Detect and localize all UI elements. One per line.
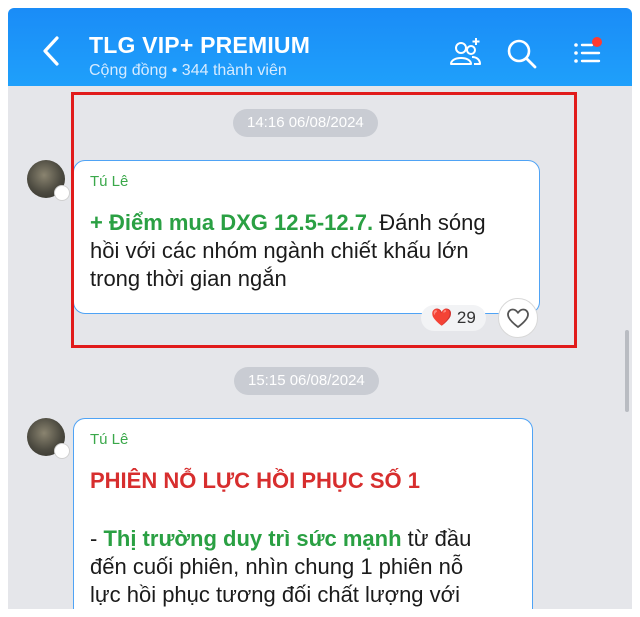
reaction-count: 29 xyxy=(456,308,476,327)
session-heading: PHIÊN NỖ LỰC HỒI PHỤC SỐ 1 xyxy=(90,468,420,493)
member-count: 344 thành viên xyxy=(181,62,287,79)
market-strength-text: Thị trường duy trì sức mạnh xyxy=(103,526,402,551)
message-line1-rest: Đánh sóng xyxy=(373,210,486,235)
reaction-count-badge[interactable]: ❤️ 29 xyxy=(421,305,486,331)
group-subtitle: Cộng đồng • 344 thành viên xyxy=(89,62,287,80)
scrollbar[interactable] xyxy=(625,330,629,412)
notification-dot xyxy=(592,37,602,47)
message-line2: đến cuối phiên, nhìn chung 1 phiên nỗ xyxy=(90,554,464,579)
search-icon[interactable] xyxy=(504,36,538,70)
avatar[interactable] xyxy=(27,418,70,459)
subtitle-separator: • xyxy=(167,62,182,79)
message-bubble[interactable]: Tú Lê PHIÊN NỖ LỰC HỒI PHỤC SỐ 1 - Thị t… xyxy=(73,418,533,609)
chat-header: TLG VIP+ PREMIUM Cộng đồng • 344 thành v… xyxy=(8,8,632,86)
timestamp-pill: 14:16 06/08/2024 xyxy=(233,109,378,137)
menu-list-icon[interactable] xyxy=(570,36,604,70)
message-text: - Thị trường duy trì sức mạnh từ đầu đến… xyxy=(90,525,520,609)
key-icon xyxy=(54,185,70,201)
add-member-icon[interactable] xyxy=(448,36,482,70)
sender-name: Tú Lê xyxy=(90,173,129,190)
buy-point-text: + Điểm mua DXG 12.5-12.7. xyxy=(90,210,374,235)
message-line3: lực hồi phục tương đối chất lượng với xyxy=(90,582,460,607)
message-line3: trong thời gian ngắn xyxy=(90,266,287,291)
back-icon[interactable] xyxy=(38,34,64,68)
avatar[interactable] xyxy=(27,160,70,201)
timestamp-pill: 15:15 06/08/2024 xyxy=(234,367,379,395)
key-icon xyxy=(54,443,70,459)
community-label: Cộng đồng xyxy=(89,62,168,79)
heart-reaction-icon: ❤️ xyxy=(431,308,453,327)
group-title[interactable]: TLG VIP+ PREMIUM xyxy=(89,32,310,59)
chat-area[interactable]: 14:16 06/08/2024 Tú Lê + Điểm mua DXG 12… xyxy=(8,86,632,609)
react-button[interactable] xyxy=(498,298,538,338)
message-bubble[interactable]: Tú Lê + Điểm mua DXG 12.5-12.7. Đánh són… xyxy=(73,160,540,314)
heart-outline-icon xyxy=(507,308,529,328)
message-text: + Điểm mua DXG 12.5-12.7. Đánh sóng hồi … xyxy=(90,209,530,293)
message-line2: hồi với các nhóm ngành chiết khấu lớn xyxy=(90,238,469,263)
bullet-prefix: - xyxy=(90,526,104,551)
sender-name: Tú Lê xyxy=(90,431,129,448)
message-line1-rest: từ đầu xyxy=(401,526,472,551)
